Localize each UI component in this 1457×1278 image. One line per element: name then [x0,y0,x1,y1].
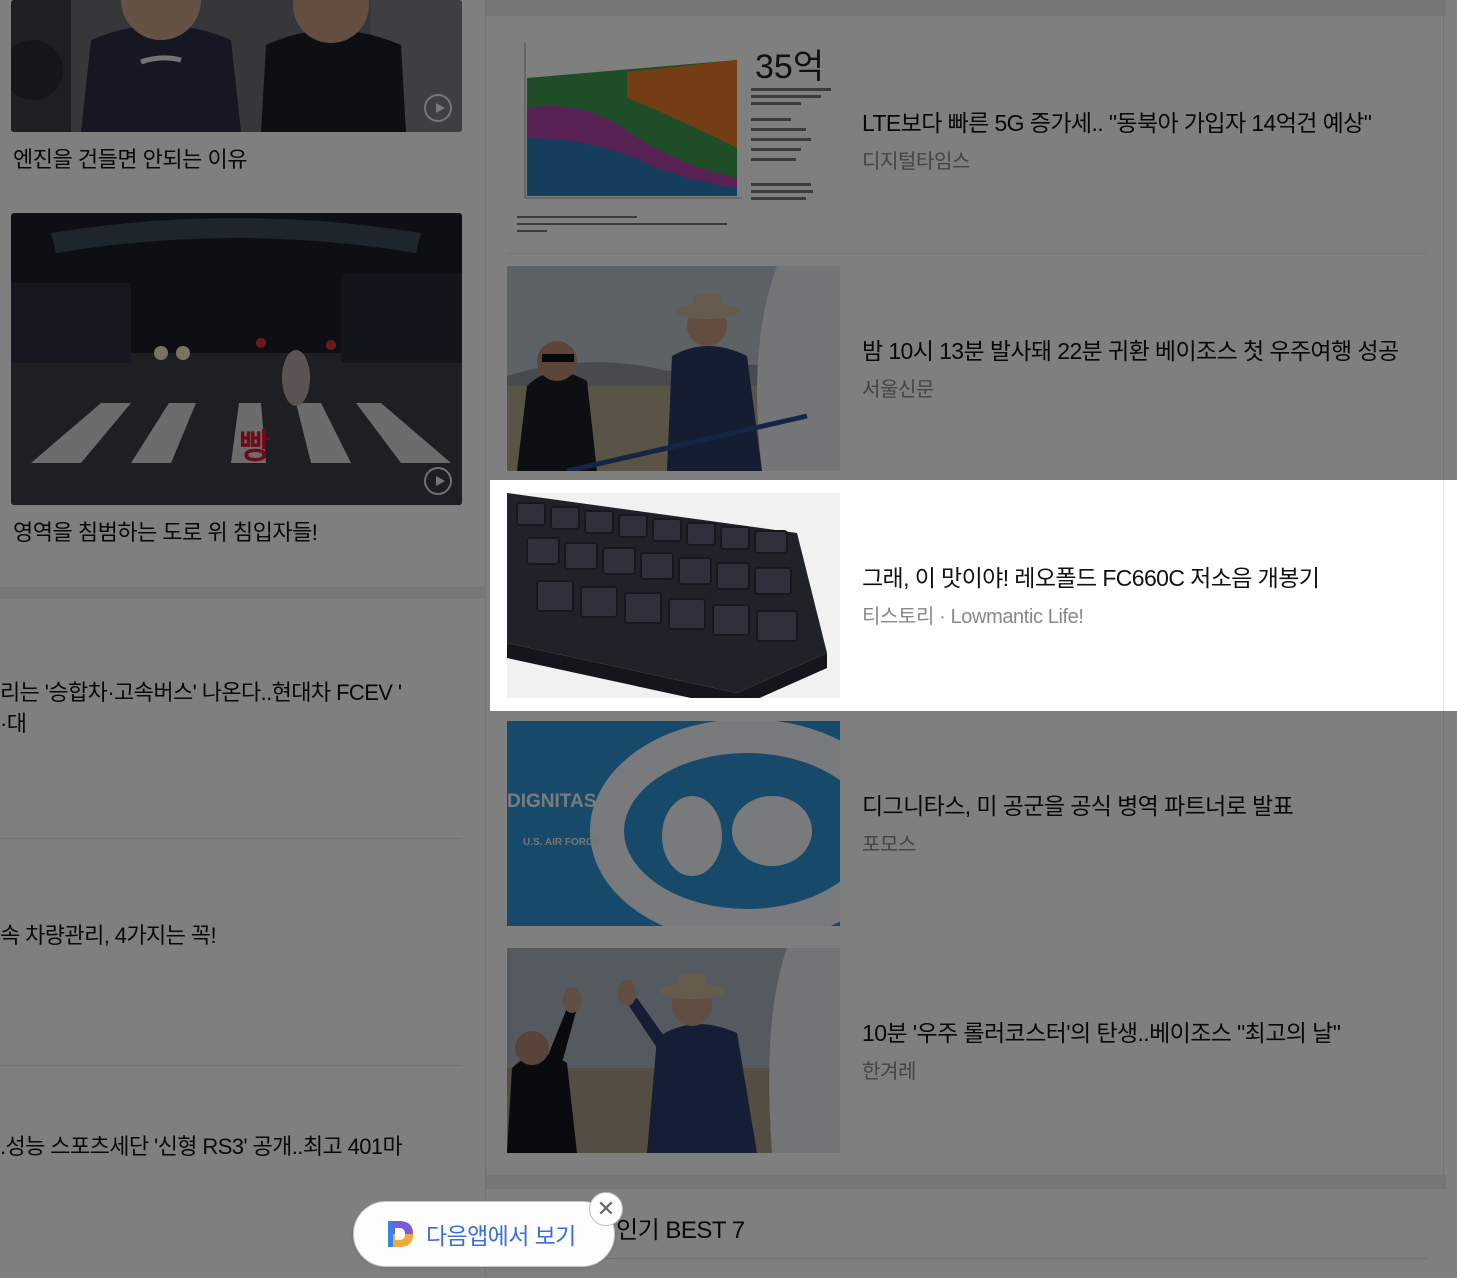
open-in-app-button[interactable]: 다음앱에서 보기 [353,1201,615,1267]
dim-overlay [0,480,490,711]
news-item-3[interactable]: 그래, 이 맛이야! 레오폴드 FC660C 저소음 개봉기 티스토리 · Lo… [507,493,1427,698]
news-thumbnail[interactable] [507,493,840,698]
news-source: 티스토리 · Lowmantic Life! [862,605,1084,628]
dim-overlay [0,711,1457,1278]
close-icon[interactable]: ✕ [589,1192,623,1226]
news-thumbnail-image [507,493,840,698]
open-in-app-label[interactable]: 다음앱에서 보기 [426,1217,576,1251]
dim-overlay [0,0,1457,480]
news-text[interactable]: 그래, 이 맛이야! 레오폴드 FC660C 저소음 개봉기 티스토리 · Lo… [862,493,1422,698]
news-title[interactable]: 그래, 이 맛이야! 레오폴드 FC660C 저소음 개봉기 [862,563,1422,594]
daum-logo-icon [388,1221,413,1247]
